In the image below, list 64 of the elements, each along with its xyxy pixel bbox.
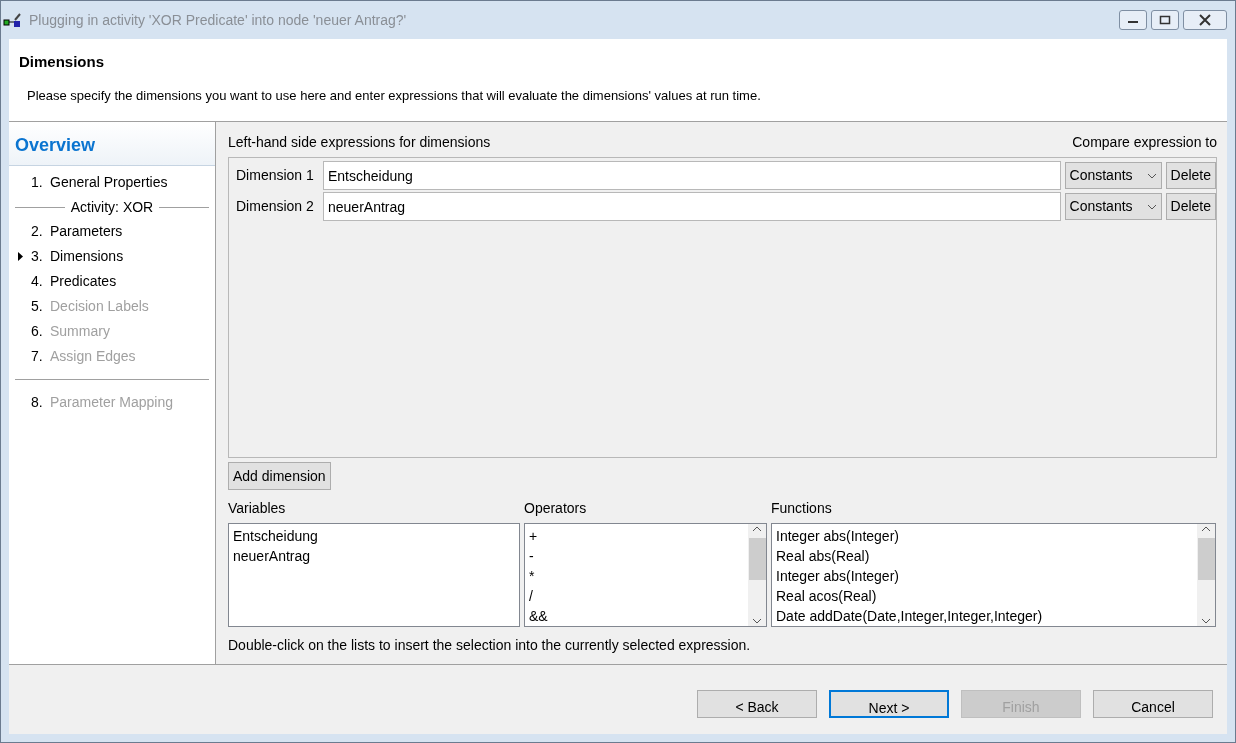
step-link: Assign Edges bbox=[50, 347, 136, 366]
expression-field[interactable]: neuerAntrag bbox=[323, 192, 1061, 221]
step-number: 1. bbox=[31, 173, 44, 192]
close-button[interactable] bbox=[1183, 10, 1227, 30]
wizard-button[interactable]: < Back bbox=[697, 689, 817, 718]
list-item[interactable]: Integer abs(Integer) bbox=[776, 566, 1193, 586]
step-number: 3. bbox=[31, 247, 44, 266]
page-title: Dimensions bbox=[19, 52, 106, 72]
plug-icon bbox=[3, 12, 23, 28]
list-item[interactable]: - bbox=[529, 546, 744, 566]
scroll-up-icon[interactable] bbox=[752, 526, 762, 532]
section-label: Left-hand side expressions for dimensions bbox=[228, 133, 491, 152]
chevron-down-icon bbox=[1146, 172, 1157, 179]
scrollbar[interactable] bbox=[748, 524, 766, 626]
wizard-button[interactable]: Next > bbox=[829, 689, 949, 718]
section-heading: Activity: XOR bbox=[70, 197, 154, 217]
page-description: Please specify the dimensions you want to use here and enter expressions that will evaluate the dimensions' values at run time. bbox=[27, 86, 762, 105]
delete-button[interactable]: Delete bbox=[1165, 162, 1216, 189]
list-item[interactable]: neuerAntrag bbox=[233, 546, 515, 566]
close-icon bbox=[1198, 14, 1212, 26]
step-number: 6. bbox=[31, 322, 44, 341]
add-dimension-button[interactable]: Add dimension bbox=[228, 462, 331, 490]
step-number: 5. bbox=[31, 297, 44, 316]
step-link[interactable]: Parameters bbox=[50, 221, 123, 242]
list-label: Operators bbox=[524, 499, 588, 518]
step-number: 7. bbox=[31, 347, 44, 366]
chevron-down-icon bbox=[1146, 203, 1157, 210]
scroll-down-icon[interactable] bbox=[752, 618, 762, 624]
scrollbar[interactable] bbox=[1197, 524, 1215, 626]
list-item[interactable]: Date addDate(Date,Integer,Integer,Integer) bbox=[776, 606, 1193, 626]
step-link: Parameter Mapping bbox=[50, 393, 173, 412]
list-item[interactable]: Real acos(Real) bbox=[776, 586, 1193, 606]
step-number: 4. bbox=[31, 272, 44, 291]
list-item[interactable]: + bbox=[529, 526, 744, 546]
dimension-label: Dimension 2 bbox=[235, 197, 315, 216]
list-item[interactable]: Real abs(Real) bbox=[776, 546, 1193, 566]
scroll-down-icon[interactable] bbox=[1201, 618, 1211, 624]
section-label: Compare expression to bbox=[1072, 133, 1217, 152]
maximize-icon bbox=[1159, 15, 1171, 25]
window-title: Plugging in activity 'XOR Predicate' into node 'neuer Antrag?' bbox=[29, 10, 407, 30]
step-number: 8. bbox=[31, 393, 44, 412]
step-link[interactable]: Predicates bbox=[50, 271, 117, 292]
minimize-button[interactable] bbox=[1119, 10, 1147, 30]
delete-button[interactable]: Delete bbox=[1165, 193, 1216, 220]
list-item[interactable]: Entscheidung bbox=[233, 526, 515, 546]
step-link[interactable]: Dimensions bbox=[50, 246, 124, 267]
maximize-button[interactable] bbox=[1151, 10, 1179, 30]
wizard-button[interactable]: Cancel bbox=[1093, 689, 1213, 718]
compare-dropdown[interactable]: Constants bbox=[1064, 193, 1162, 220]
dimension-label: Dimension 1 bbox=[235, 166, 315, 185]
step-link[interactable]: General Properties bbox=[50, 172, 168, 193]
step-link: Decision Labels bbox=[50, 297, 149, 316]
list-label: Variables bbox=[228, 499, 287, 518]
list-item[interactable]: * bbox=[529, 566, 744, 586]
expression-field[interactable]: Entscheidung bbox=[323, 161, 1061, 190]
list-item[interactable]: Integer abs(Integer) bbox=[776, 526, 1193, 546]
compare-dropdown[interactable]: Constants bbox=[1064, 162, 1162, 189]
hint-text: Double-click on the lists to insert the selection into the currently selected expression. bbox=[228, 636, 752, 655]
list-item[interactable]: / bbox=[529, 586, 744, 606]
list-label: Functions bbox=[771, 499, 833, 518]
step-number: 2. bbox=[31, 222, 44, 241]
scroll-up-icon[interactable] bbox=[1201, 526, 1211, 532]
list-item[interactable]: && bbox=[529, 606, 744, 626]
step-link: Summary bbox=[50, 322, 110, 341]
